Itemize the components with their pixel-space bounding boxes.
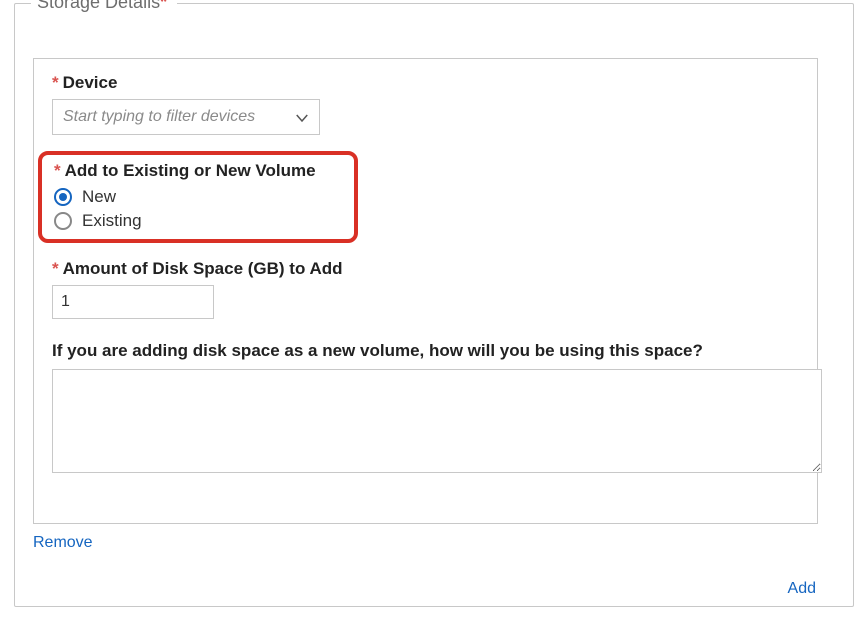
volume-radio-new[interactable]: New [54, 187, 344, 207]
volume-radio-new-label: New [82, 187, 116, 207]
disk-space-label: *Amount of Disk Space (GB) to Add [52, 259, 799, 279]
required-asterisk-icon: * [54, 161, 61, 180]
device-label: *Device [52, 73, 799, 93]
radio-icon [54, 212, 72, 230]
volume-radio-existing[interactable]: Existing [54, 211, 344, 231]
device-combobox[interactable]: Start typing to filter devices [52, 99, 320, 135]
remove-link[interactable]: Remove [33, 534, 93, 552]
usage-block: If you are adding disk space as a new vo… [52, 341, 799, 478]
device-label-text: Device [63, 73, 118, 92]
radio-icon [54, 188, 72, 206]
disk-space-input[interactable] [52, 285, 214, 319]
storage-details-legend: Storage Details* [31, 0, 177, 13]
disk-space-block: *Amount of Disk Space (GB) to Add [52, 259, 799, 319]
usage-label: If you are adding disk space as a new vo… [52, 341, 799, 361]
chevron-down-icon [293, 109, 311, 127]
usage-textarea[interactable] [52, 369, 822, 473]
add-link[interactable]: Add [788, 580, 816, 598]
required-asterisk-icon: * [52, 259, 59, 278]
volume-label: *Add to Existing or New Volume [54, 161, 344, 181]
device-placeholder: Start typing to filter devices [63, 108, 255, 126]
volume-label-text: Add to Existing or New Volume [65, 161, 316, 180]
volume-radio-existing-label: Existing [82, 211, 142, 231]
volume-choice-group: *Add to Existing or New Volume New Exist… [38, 151, 358, 243]
required-asterisk-icon: * [160, 0, 167, 12]
storage-details-inner: *Device Start typing to filter devices *… [33, 58, 818, 524]
disk-space-label-text: Amount of Disk Space (GB) to Add [63, 259, 343, 278]
required-asterisk-icon: * [52, 73, 59, 92]
storage-details-title: Storage Details [37, 0, 160, 12]
storage-details-fieldset: Storage Details* *Device Start typing to… [14, 3, 854, 607]
